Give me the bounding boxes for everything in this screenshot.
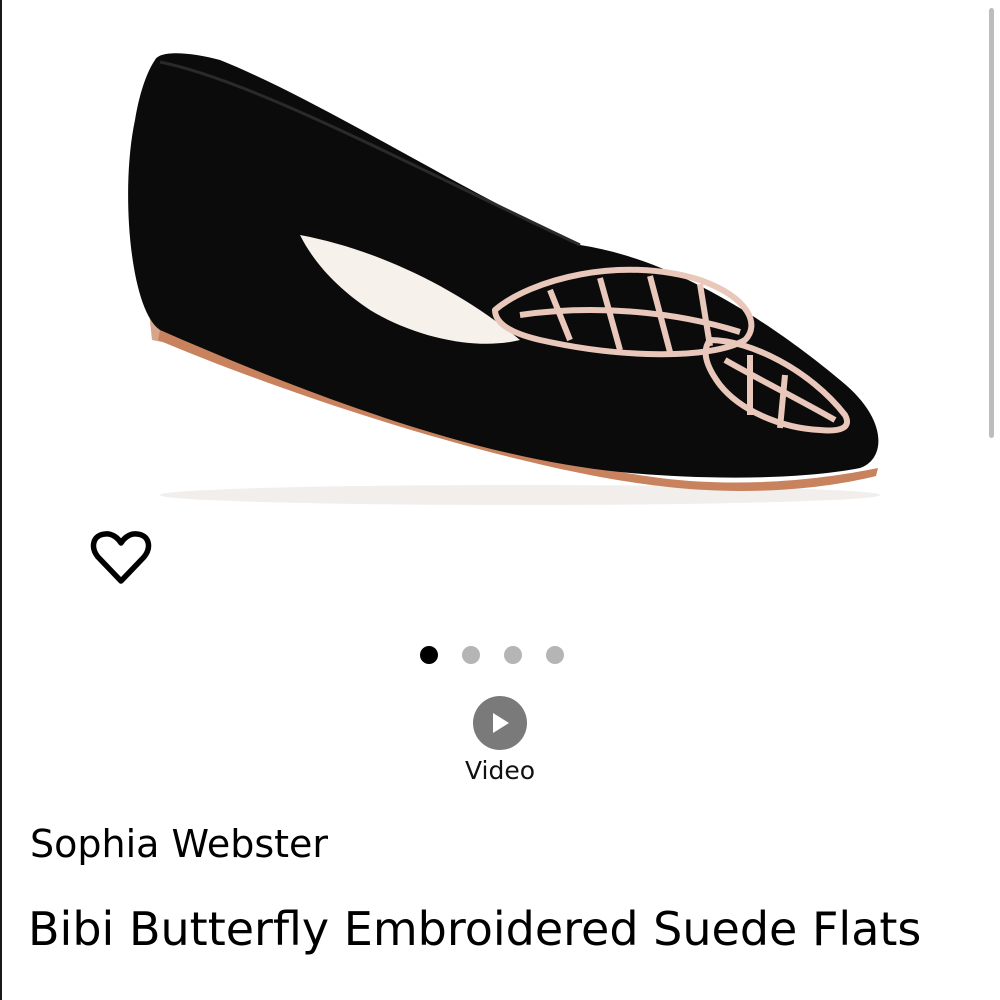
brand-name[interactable]: Sophia Webster — [30, 822, 328, 866]
video-label: Video — [464, 756, 536, 785]
carousel-dot-3[interactable] — [504, 646, 522, 664]
carousel-dot-2[interactable] — [462, 646, 480, 664]
product-page: Video Sophia Webster Bibi Butterfly Embr… — [0, 0, 1000, 1000]
carousel-dot-4[interactable] — [546, 646, 564, 664]
play-icon[interactable] — [473, 696, 527, 750]
carousel-dot-1[interactable] — [420, 646, 438, 664]
video-button[interactable]: Video — [450, 696, 550, 796]
scrollbar[interactable] — [989, 8, 994, 438]
product-title: Bibi Butterfly Embroidered Suede Flats — [28, 902, 922, 956]
left-border — [0, 0, 2, 1000]
wishlist-heart-icon[interactable] — [88, 528, 154, 590]
product-image[interactable] — [100, 40, 900, 520]
image-carousel-dots — [420, 645, 590, 665]
